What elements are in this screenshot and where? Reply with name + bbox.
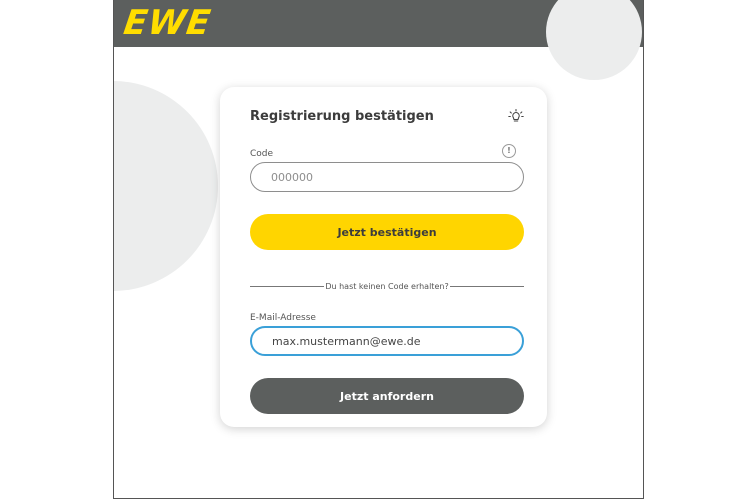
code-input[interactable] xyxy=(250,162,524,192)
registration-card: Registrierung bestätigen Code ! Jetzt be… xyxy=(220,87,547,427)
lightbulb-icon[interactable] xyxy=(507,108,525,126)
request-code-button[interactable]: Jetzt anfordern xyxy=(250,378,524,414)
email-input[interactable] xyxy=(250,326,524,356)
no-code-text: Du hast keinen Code erhalten? xyxy=(325,281,449,291)
info-icon[interactable]: ! xyxy=(502,144,516,158)
divider: Du hast keinen Code erhalten? xyxy=(250,280,525,292)
decorative-circle-right xyxy=(546,0,642,80)
page-frame: EWE Registrierung bestätigen Code ! Jetz… xyxy=(113,0,644,499)
decorative-circle-left xyxy=(114,81,218,291)
confirm-button[interactable]: Jetzt bestätigen xyxy=(250,214,524,250)
ewe-logo[interactable]: EWE xyxy=(121,3,214,43)
email-label: E-Mail-Adresse xyxy=(250,313,316,323)
divider-line-right xyxy=(449,285,525,287)
divider-line-left xyxy=(250,285,325,287)
card-title: Registrierung bestätigen xyxy=(250,109,434,124)
code-label: Code xyxy=(250,149,274,159)
